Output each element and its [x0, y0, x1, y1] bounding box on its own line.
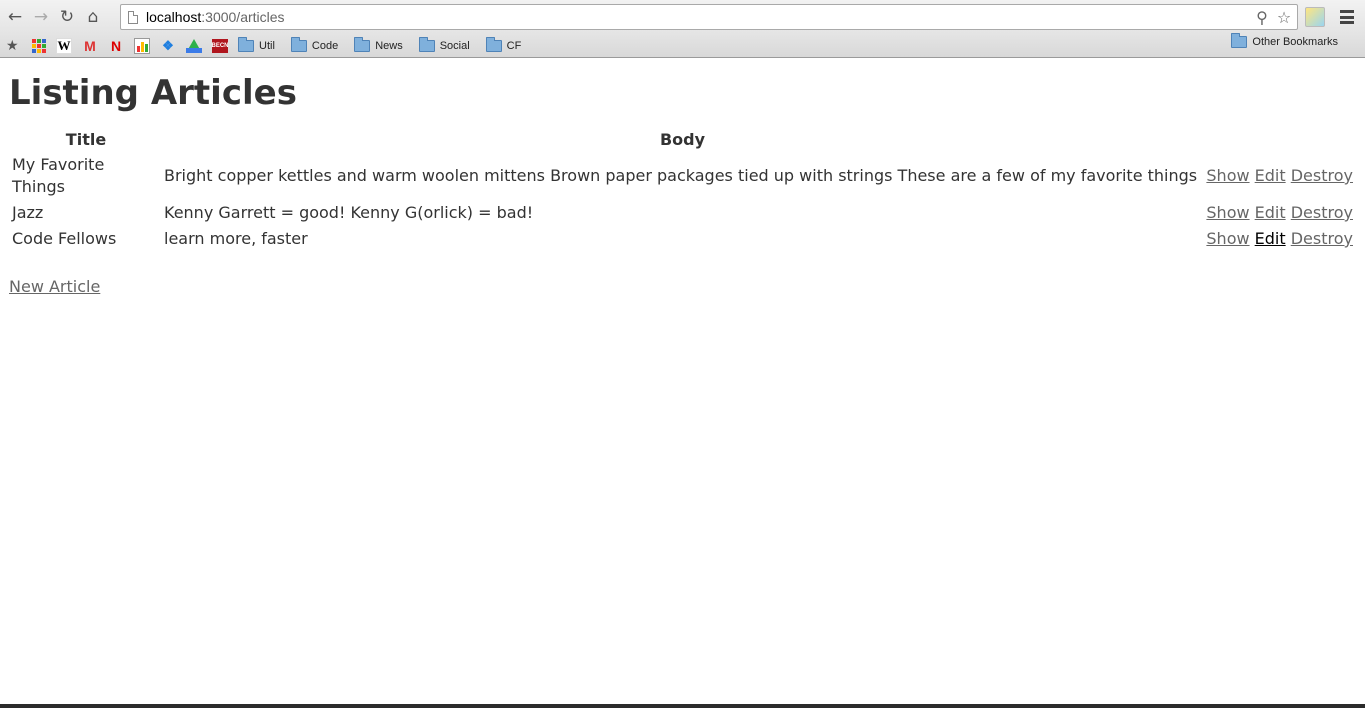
article-body: Bright copper kettles and warm woolen mi… [164, 166, 1198, 185]
zoom-icon[interactable]: ⚲ [1253, 7, 1271, 27]
tech-icon[interactable]: BECN [212, 38, 229, 53]
column-header-title: Title [65, 130, 107, 149]
reload-icon[interactable]: ↻ [54, 3, 80, 31]
folder-icon [485, 36, 502, 52]
show-link[interactable]: Show [1206, 203, 1249, 222]
destroy-link[interactable]: Destroy [1291, 229, 1353, 248]
netflix-icon[interactable]: N [108, 38, 124, 54]
dropbox-icon[interactable]: ❖ [160, 38, 176, 54]
apps-icon[interactable] [32, 38, 46, 53]
destroy-link[interactable]: Destroy [1291, 166, 1353, 185]
bookmark-folder-cf[interactable]: CF [485, 36, 521, 52]
menu-icon[interactable] [1340, 8, 1354, 26]
page-title: Listing Articles [9, 73, 297, 113]
url-text[interactable]: localhost:3000/articles [146, 9, 285, 25]
bookmark-star-icon[interactable]: ★ [6, 36, 22, 56]
extension-icon[interactable] [1305, 7, 1325, 27]
other-bookmarks-folder[interactable]: Other Bookmarks [1231, 33, 1338, 48]
star-icon[interactable]: ☆ [1275, 7, 1293, 27]
bookmark-folder-util[interactable]: Util [238, 36, 275, 52]
google-drive-icon[interactable] [186, 38, 202, 53]
page-icon [128, 10, 138, 24]
window-bottom-edge [0, 704, 1365, 708]
page-content: Listing Articles Title Body My Favorite … [0, 59, 1365, 704]
table-row: Code Fellows learn more, faster Show Edi… [11, 227, 1354, 251]
folder-icon [418, 36, 435, 52]
article-actions: Show Edit Destroy [1204, 227, 1354, 251]
table-header-row: Title Body [11, 129, 1354, 151]
folder-icon [1231, 33, 1248, 48]
edit-link[interactable]: Edit [1255, 203, 1286, 222]
article-body: learn more, faster [164, 229, 308, 248]
bookmarks-bar: ★ W M N ❖ BECN Util Code News Social CF … [0, 33, 1365, 58]
article-title: Jazz [12, 203, 44, 222]
folder-icon [238, 36, 254, 52]
new-article-link[interactable]: New Article [9, 277, 100, 296]
bookmark-folder-news[interactable]: News [354, 36, 403, 52]
destroy-link[interactable]: Destroy [1291, 203, 1353, 222]
show-link[interactable]: Show [1206, 229, 1249, 248]
gmail-icon[interactable]: M [82, 38, 98, 54]
articles-table: Title Body My Favorite Things Bright cop… [9, 127, 1356, 253]
article-actions: Show Edit Destroy [1204, 153, 1354, 199]
bookmark-folder-code[interactable]: Code [290, 36, 338, 52]
bookmark-folder-social[interactable]: Social [418, 36, 470, 52]
article-body: Kenny Garrett = good! Kenny G(orlick) = … [164, 203, 534, 222]
wikipedia-icon[interactable]: W [56, 37, 72, 54]
column-header-actions-1 [1204, 129, 1354, 151]
edit-link[interactable]: Edit [1255, 229, 1286, 248]
folder-icon [354, 36, 371, 52]
column-header-body: Body [659, 130, 706, 149]
article-actions: Show Edit Destroy [1204, 201, 1354, 225]
folder-icon [290, 36, 307, 52]
back-arrow-icon[interactable]: ← [2, 3, 28, 31]
home-icon[interactable]: ⌂ [80, 3, 106, 31]
article-title: My Favorite Things [12, 155, 105, 196]
browser-toolbar: ← → ↻ ⌂ localhost:3000/articles ⚲ ☆ [0, 0, 1365, 34]
article-title: Code Fellows [12, 229, 117, 248]
address-bar[interactable]: localhost:3000/articles ⚲ ☆ [120, 4, 1298, 30]
show-link[interactable]: Show [1206, 166, 1249, 185]
table-row: My Favorite Things Bright copper kettles… [11, 153, 1354, 199]
table-row: Jazz Kenny Garrett = good! Kenny G(orlic… [11, 201, 1354, 225]
forward-arrow-icon[interactable]: → [28, 3, 54, 31]
edit-link[interactable]: Edit [1255, 166, 1286, 185]
chart-icon[interactable] [134, 37, 150, 54]
